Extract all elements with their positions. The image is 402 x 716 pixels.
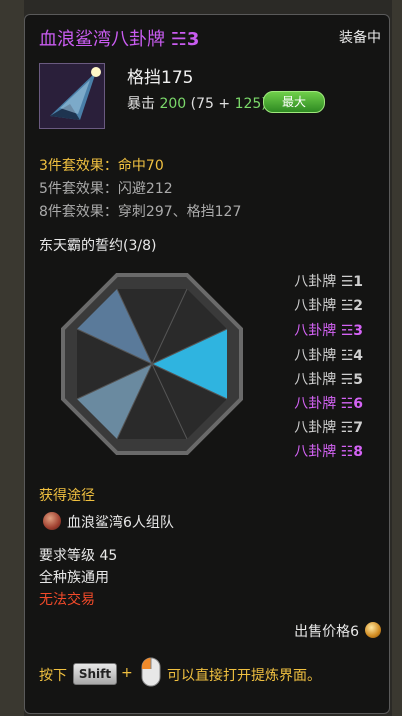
source-text: 血浪鲨湾6人组队 — [67, 515, 174, 531]
piece-label: 八卦牌 — [294, 323, 337, 339]
piece-label: 八卦牌 — [294, 372, 337, 388]
crit-value: 200 — [159, 96, 187, 112]
piece-label: 八卦牌 — [294, 348, 337, 364]
trade-restriction: 无法交易 — [39, 592, 95, 608]
piece-label: 八卦牌 — [294, 420, 337, 436]
piece-label: 八卦牌 — [294, 274, 337, 290]
piece-glyph: ☳4 — [340, 348, 363, 364]
race-requirement: 全种族通用 — [39, 570, 109, 586]
max-badge: 最大 — [263, 91, 325, 113]
crit-label: 暴击 — [127, 96, 155, 112]
set-effect-3: 3件套效果：命中70 — [39, 158, 164, 174]
piece-glyph: ☵6 — [340, 396, 363, 412]
hint-suffix: 可以直接打开提炼界面。 — [167, 668, 321, 684]
coin-icon — [365, 622, 381, 638]
hint-prefix: 按下 — [39, 668, 67, 684]
source-title: 获得途径 — [39, 488, 95, 504]
item-name: 血浪鲨湾八卦牌 — [39, 29, 165, 50]
piece-glyph: ☶7 — [340, 420, 363, 436]
set-piece-8: 八卦牌 ☷8 — [294, 441, 363, 461]
item-title: 血浪鲨湾八卦牌 ☵3 — [39, 25, 199, 51]
dungeon-icon — [43, 512, 61, 530]
set-effect-5: 5件套效果：闪避212 — [39, 181, 173, 197]
set-piece-2: 八卦牌 ☱2 — [294, 295, 363, 315]
item-icon — [39, 63, 105, 129]
set-piece-7: 八卦牌 ☶7 — [294, 417, 363, 437]
required-level: 要求等级 45 — [39, 548, 118, 564]
item-grade-glyph: ☵3 — [170, 29, 200, 50]
set-piece-3: 八卦牌 ☲3 — [294, 320, 363, 340]
set-piece-4: 八卦牌 ☳4 — [294, 345, 363, 365]
piece-glyph: ☱2 — [340, 298, 363, 314]
background-left — [0, 0, 24, 716]
set-piece-1: 八卦牌 ☰1 — [294, 271, 363, 291]
equipped-status: 装备中 — [339, 30, 381, 46]
piece-glyph: ☲3 — [340, 323, 363, 339]
mouse-icon — [141, 657, 161, 687]
piece-label: 八卦牌 — [294, 298, 337, 314]
set-effect-8: 8件套效果：穿刺297、格挡127 — [39, 204, 242, 220]
bagua-octagon — [61, 273, 243, 455]
stat-block: 格挡175 — [127, 68, 194, 88]
sell-price: 出售价格6 — [294, 624, 359, 640]
crit-breakdown-a: (75 + — [190, 96, 231, 112]
background-right — [392, 0, 402, 716]
item-tooltip: 血浪鲨湾八卦牌 ☵3 装备中 格挡175 暴击 200 (75 + 125) 最… — [24, 14, 390, 714]
piece-label: 八卦牌 — [294, 396, 337, 412]
shift-key-icon: Shift — [73, 663, 117, 685]
crit-stat: 暴击 200 (75 + 125) — [127, 93, 267, 113]
set-piece-6: 八卦牌 ☵6 — [294, 393, 363, 413]
set-name: 东天霸的誓约(3/8) — [39, 238, 157, 254]
piece-glyph: ☰1 — [340, 274, 363, 290]
crit-breakdown-b: 125) — [234, 96, 267, 112]
hint-plus: + — [121, 665, 133, 681]
piece-glyph: ☷8 — [340, 444, 363, 460]
set-piece-5: 八卦牌 ☴5 — [294, 369, 363, 389]
piece-glyph: ☴5 — [340, 372, 363, 388]
piece-label: 八卦牌 — [294, 444, 337, 460]
